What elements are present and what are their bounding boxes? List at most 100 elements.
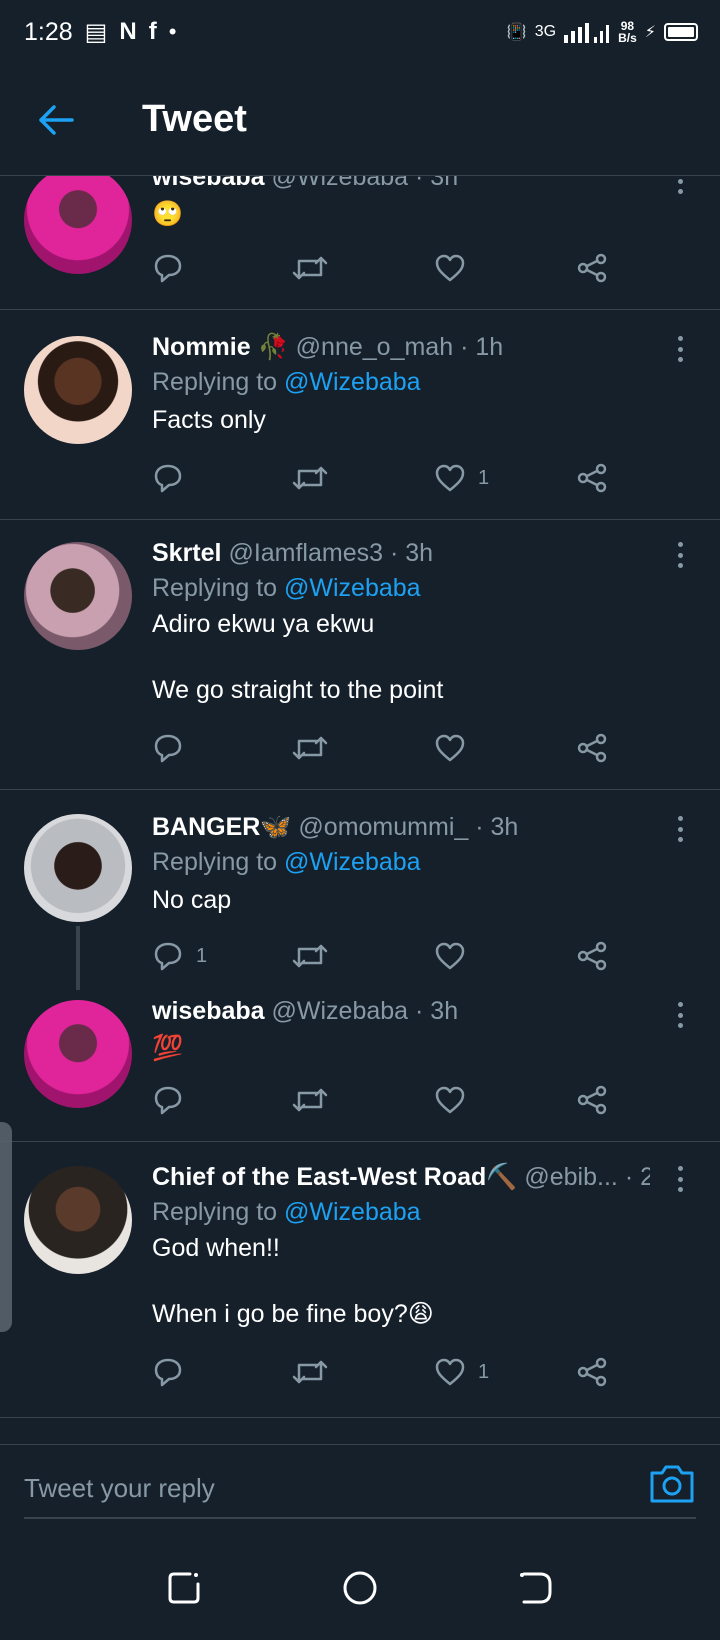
nav-back-icon bbox=[520, 1572, 552, 1604]
back-button[interactable] bbox=[26, 90, 86, 150]
user-name[interactable]: Chief of the East-West Road⛏️ bbox=[152, 1163, 517, 1191]
user-name[interactable]: BANGER🦋 bbox=[152, 813, 291, 841]
more-options-icon[interactable] bbox=[670, 812, 690, 846]
tweet-header: Nommie 🥀 @nne_o_mah · 1h bbox=[152, 330, 650, 364]
tweet-actions bbox=[152, 248, 622, 288]
reply-count: 1 bbox=[196, 944, 208, 967]
share-icon bbox=[577, 1085, 607, 1115]
share-button[interactable] bbox=[576, 248, 608, 288]
page-title: Tweet bbox=[142, 98, 247, 140]
reply-button[interactable] bbox=[152, 1352, 196, 1392]
tweet-item[interactable]: Chief of the East-West Road⛏️ @ebib... ·… bbox=[0, 1142, 720, 1418]
like-icon bbox=[435, 1086, 465, 1114]
more-options-icon[interactable] bbox=[670, 1162, 690, 1196]
user-name[interactable]: wisebaba bbox=[152, 176, 265, 191]
tweet-time: · 2h bbox=[624, 1163, 650, 1191]
retweet-button[interactable] bbox=[292, 1080, 328, 1120]
share-button[interactable] bbox=[576, 1080, 608, 1120]
tweet-text: 💯 bbox=[152, 1034, 184, 1062]
tweet-text: God when!! When i go be fine boy?😩 bbox=[152, 1234, 434, 1328]
reply-icon bbox=[154, 734, 182, 763]
share-icon bbox=[577, 253, 607, 283]
tweet-text: 🙄 bbox=[152, 200, 184, 228]
retweet-icon bbox=[292, 256, 328, 280]
user-handle[interactable]: @Iamflames3 bbox=[228, 539, 383, 567]
camera-icon bbox=[650, 1465, 694, 1503]
avatar[interactable] bbox=[24, 1000, 132, 1108]
retweet-button[interactable] bbox=[292, 728, 328, 768]
tweet-item[interactable]: wisebaba @Wizebaba · 3h 🙄 bbox=[0, 176, 720, 310]
replies-feed[interactable]: wisebaba @Wizebaba · 3h 🙄 Nommie 🥀 @nne_… bbox=[0, 176, 720, 1444]
tweet-header: wisebaba @Wizebaba · 3h bbox=[152, 994, 650, 1028]
user-handle[interactable]: @Wizebaba bbox=[272, 997, 409, 1025]
more-options-icon[interactable] bbox=[670, 998, 690, 1032]
tweet-actions: 1 bbox=[152, 1352, 622, 1392]
replying-to: Replying to @Wizebaba bbox=[152, 848, 421, 876]
reply-button[interactable] bbox=[152, 248, 196, 288]
retweet-button[interactable] bbox=[292, 458, 328, 498]
retweet-button[interactable] bbox=[292, 248, 328, 288]
retweet-icon bbox=[292, 944, 328, 968]
like-button[interactable] bbox=[434, 936, 478, 976]
tweet-text: Facts only bbox=[152, 406, 266, 434]
avatar[interactable] bbox=[24, 1166, 132, 1274]
like-button[interactable]: 1 bbox=[434, 1352, 489, 1392]
reply-button[interactable] bbox=[152, 458, 196, 498]
tweet-time: · 3h bbox=[475, 813, 519, 841]
like-icon bbox=[435, 464, 465, 492]
more-options-icon[interactable] bbox=[670, 176, 690, 198]
like-count: 1 bbox=[478, 466, 490, 489]
like-button[interactable]: 1 bbox=[434, 458, 489, 498]
back-nav-button[interactable] bbox=[514, 1566, 558, 1610]
avatar[interactable] bbox=[24, 814, 132, 922]
share-icon bbox=[577, 463, 607, 493]
like-button[interactable] bbox=[434, 728, 478, 768]
tweet-header: wisebaba @Wizebaba · 3h bbox=[152, 176, 650, 194]
user-name[interactable]: Nommie 🥀 bbox=[152, 333, 289, 361]
share-button[interactable] bbox=[576, 728, 608, 768]
user-handle[interactable]: @Wizebaba bbox=[272, 176, 409, 191]
share-button[interactable] bbox=[576, 458, 608, 498]
edge-panel-handle[interactable] bbox=[0, 1122, 12, 1332]
tweet-header: Skrtel @Iamflames3 · 3h bbox=[152, 536, 650, 570]
user-handle[interactable]: @omomummi_ bbox=[298, 813, 468, 841]
camera-button[interactable] bbox=[648, 1461, 696, 1509]
recents-button[interactable] bbox=[162, 1566, 206, 1610]
reply-input[interactable]: Tweet your reply bbox=[24, 1459, 696, 1519]
share-icon bbox=[577, 941, 607, 971]
user-name[interactable]: Skrtel bbox=[152, 539, 221, 567]
reply-button[interactable] bbox=[152, 728, 196, 768]
reply-icon bbox=[154, 1086, 182, 1115]
user-handle[interactable]: @nne_o_mah bbox=[296, 333, 453, 361]
like-button[interactable] bbox=[434, 248, 478, 288]
user-handle[interactable]: @ebib... bbox=[524, 1163, 617, 1191]
retweet-button[interactable] bbox=[292, 1352, 328, 1392]
user-name[interactable]: wisebaba bbox=[152, 997, 265, 1025]
reply-button[interactable]: 1 bbox=[152, 936, 207, 976]
tweet-item[interactable]: wisebaba @Wizebaba · 3h 💯 bbox=[0, 980, 720, 1142]
share-button[interactable] bbox=[576, 936, 608, 976]
home-button[interactable] bbox=[338, 1566, 382, 1610]
battery-icon bbox=[664, 23, 698, 41]
mention-link[interactable]: @Wizebaba bbox=[284, 368, 421, 396]
tweet-item[interactable]: Nommie 🥀 @nne_o_mah · 1h Replying to @Wi… bbox=[0, 310, 720, 520]
mention-link[interactable]: @Wizebaba bbox=[284, 1198, 421, 1226]
share-button[interactable] bbox=[576, 1352, 608, 1392]
more-options-icon[interactable] bbox=[670, 332, 690, 366]
retweet-icon bbox=[292, 1360, 328, 1384]
mention-link[interactable]: @Wizebaba bbox=[284, 574, 421, 602]
retweet-button[interactable] bbox=[292, 936, 328, 976]
tweet-time: · 3h bbox=[415, 176, 459, 191]
tweet-item[interactable]: BANGER🦋 @omomummi_ · 3h Replying to @Wiz… bbox=[0, 790, 720, 990]
avatar[interactable] bbox=[24, 542, 132, 650]
avatar[interactable] bbox=[24, 176, 132, 274]
nav-home-icon bbox=[343, 1571, 377, 1605]
mention-link[interactable]: @Wizebaba bbox=[284, 848, 421, 876]
avatar[interactable] bbox=[24, 336, 132, 444]
tweet-actions: 1 bbox=[152, 936, 622, 976]
tweet-item[interactable]: Skrtel @Iamflames3 · 3h Replying to @Wiz… bbox=[0, 520, 720, 790]
reply-button[interactable] bbox=[152, 1080, 196, 1120]
replying-to: Replying to @Wizebaba bbox=[152, 574, 421, 602]
more-options-icon[interactable] bbox=[670, 538, 690, 572]
like-button[interactable] bbox=[434, 1080, 478, 1120]
